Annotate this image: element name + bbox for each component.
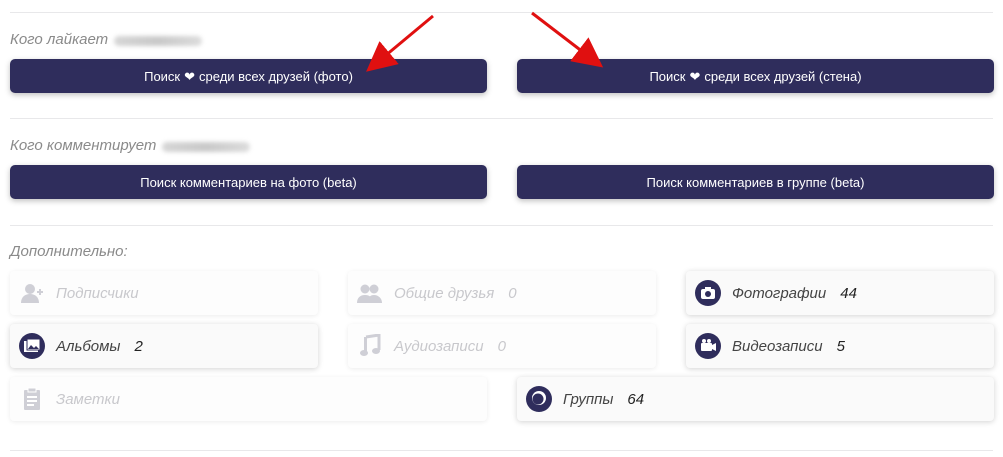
divider xyxy=(10,118,993,119)
btn-comments-photo-label: Поиск комментариев на фото (beta) xyxy=(140,174,357,190)
top-divider xyxy=(10,12,993,13)
albums-icon xyxy=(18,332,46,360)
add-user-icon xyxy=(18,279,46,307)
camera-icon xyxy=(694,279,722,307)
tile-count: 0 xyxy=(497,337,506,355)
extra-section-label: Дополнительно: xyxy=(10,243,128,260)
search-comments-photo-button[interactable]: Поиск комментариев на фото (beta) xyxy=(10,165,487,199)
tile-label: Фотографии xyxy=(732,284,827,302)
tile-albums[interactable]: Альбомы 2 xyxy=(10,324,318,368)
likes-section-label: Кого лайкает xyxy=(10,31,203,48)
tile-label: Заметки xyxy=(56,390,120,408)
blurred-username xyxy=(162,141,251,152)
tile-subscribers[interactable]: Подписчики xyxy=(10,271,318,315)
groups-icon xyxy=(525,385,553,413)
page: Кого лайкает Поиск ❤ среди всех друзей (… xyxy=(0,0,1003,457)
notes-icon xyxy=(18,385,46,413)
music-note-icon xyxy=(356,332,384,360)
tile-count: 2 xyxy=(134,337,143,355)
search-comments-group-button[interactable]: Поиск комментариев в группе (beta) xyxy=(517,165,994,199)
tile-groups[interactable]: Группы 64 xyxy=(517,377,994,421)
search-likes-wall-button[interactable]: Поиск ❤ среди всех друзей (стена) xyxy=(517,59,994,93)
tile-label: Подписчики xyxy=(56,284,139,302)
tile-label: Альбомы xyxy=(56,337,121,355)
tile-count: 44 xyxy=(840,284,857,302)
tile-count: 0 xyxy=(508,284,517,302)
btn-comments-group-label: Поиск комментариев в группе (beta) xyxy=(646,174,865,190)
tile-notes[interactable]: Заметки xyxy=(10,377,487,421)
tile-label: Аудиозаписи xyxy=(394,337,484,355)
heart-icon: ❤ xyxy=(689,68,701,84)
tile-count: 5 xyxy=(836,337,845,355)
comments-label-text: Кого комментирует xyxy=(10,137,157,154)
tile-label: Видеозаписи xyxy=(732,337,823,355)
tile-photos[interactable]: Фотографии 44 xyxy=(686,271,994,315)
likes-label-text: Кого лайкает xyxy=(10,31,109,48)
btn-wall-pre: Поиск xyxy=(649,68,686,84)
btn-photo-post: среди всех друзей (фото) xyxy=(199,68,353,84)
tile-count: 64 xyxy=(627,390,645,408)
tile-common-friends[interactable]: Общие друзья 0 xyxy=(348,271,656,315)
blurred-username xyxy=(114,35,203,46)
divider xyxy=(10,225,993,226)
btn-photo-pre: Поиск xyxy=(144,68,181,84)
annotation-arrow-right xyxy=(531,11,604,68)
extra-label-text: Дополнительно: xyxy=(10,243,128,260)
tile-label: Группы xyxy=(563,390,614,408)
tile-label: Общие друзья xyxy=(394,284,495,302)
tile-audio[interactable]: Аудиозаписи 0 xyxy=(348,324,656,368)
search-likes-photo-button[interactable]: Поиск ❤ среди всех друзей (фото) xyxy=(10,59,487,93)
heart-icon: ❤ xyxy=(184,68,196,84)
video-camera-icon xyxy=(694,332,722,360)
btn-wall-post: среди всех друзей (стена) xyxy=(704,68,862,84)
bottom-divider xyxy=(10,450,993,451)
comments-section-label: Кого комментирует xyxy=(10,137,251,154)
tile-videos[interactable]: Видеозаписи 5 xyxy=(686,324,994,368)
friends-icon xyxy=(356,279,384,307)
